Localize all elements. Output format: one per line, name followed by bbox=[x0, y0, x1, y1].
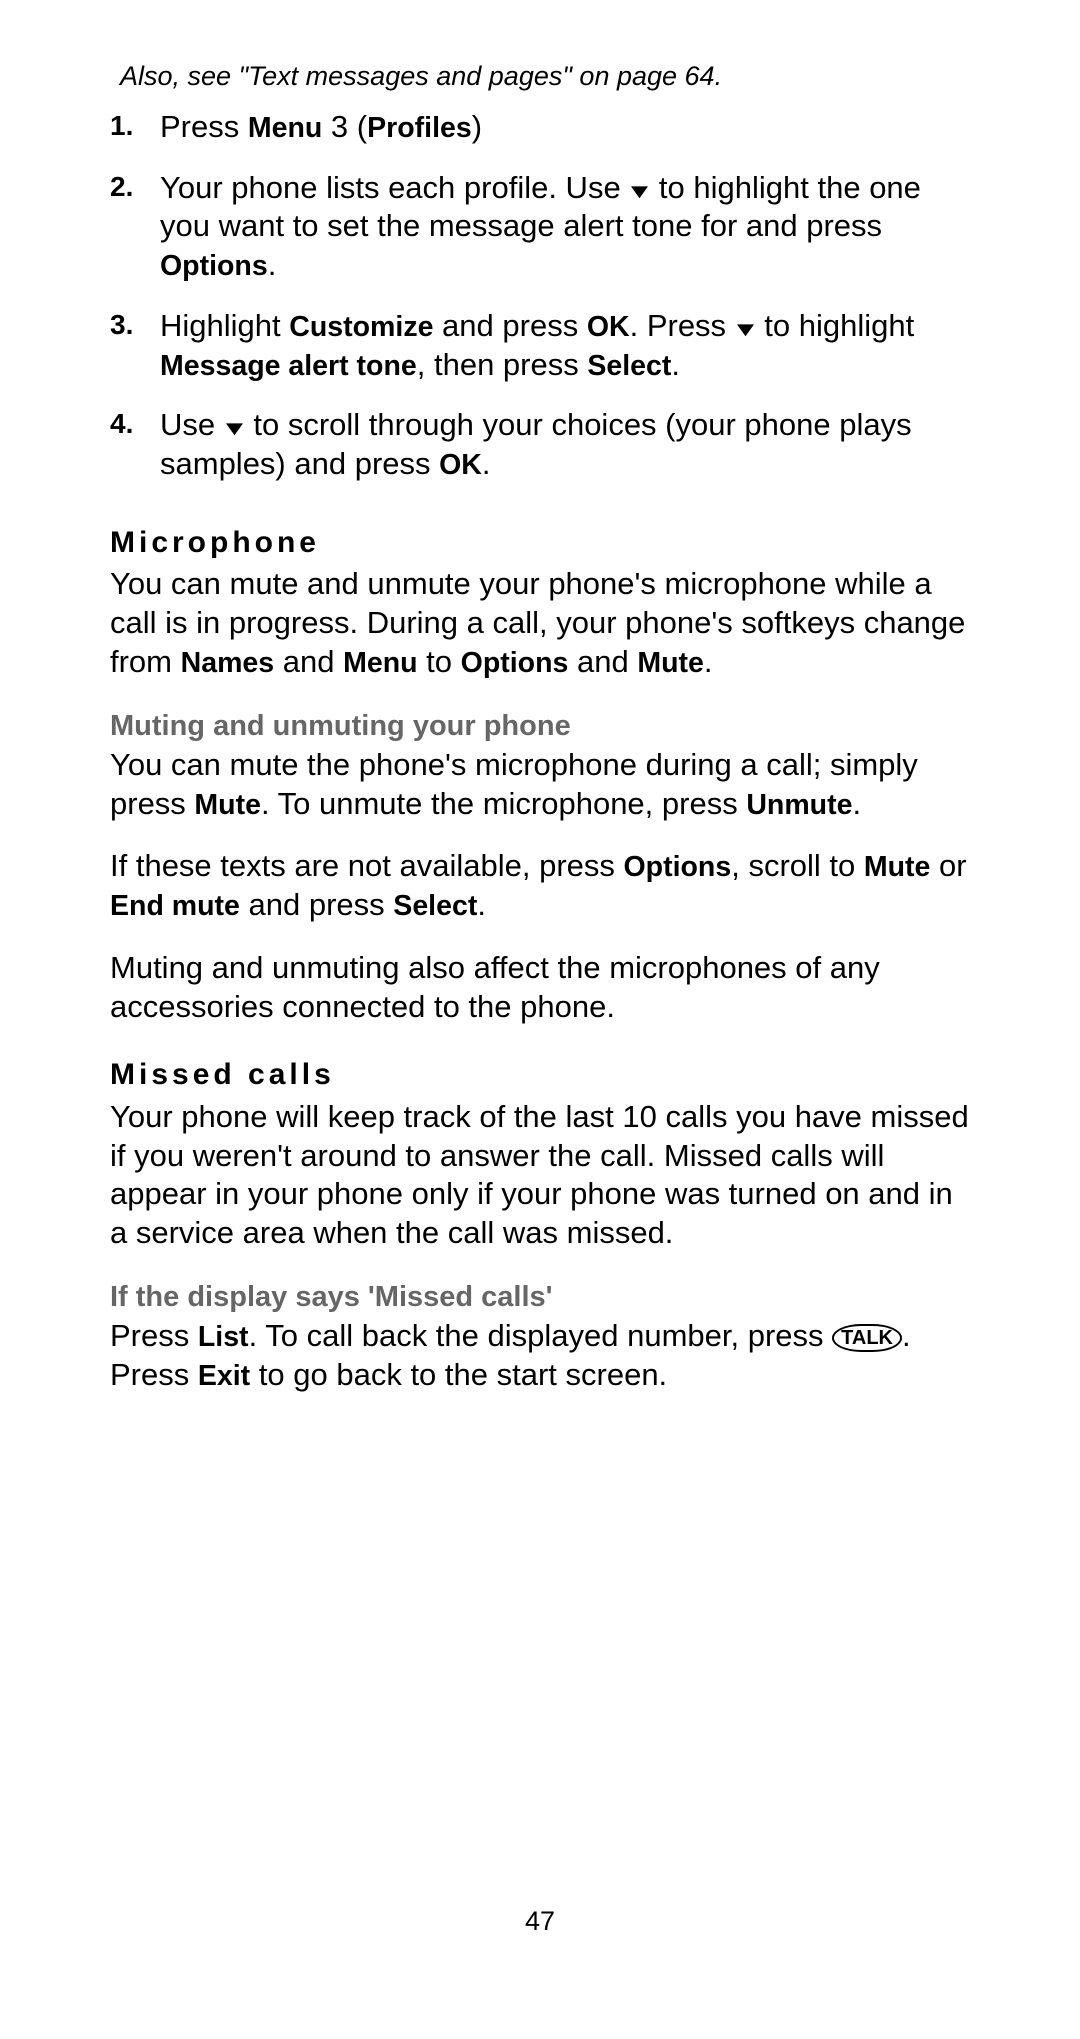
down-arrow-icon bbox=[226, 420, 243, 437]
step-item: 3.Highlight Customize and press OK. Pres… bbox=[110, 307, 970, 385]
missed-calls-body: Your phone will keep track of the last 1… bbox=[110, 1098, 970, 1253]
step-item: 2.Your phone lists each profile. Use to … bbox=[110, 169, 970, 285]
section-heading-microphone: Microphone bbox=[110, 524, 970, 562]
step-text: Your phone lists each profile. Use to hi… bbox=[160, 169, 970, 285]
step-number: 1. bbox=[110, 108, 160, 147]
step-item: 1.Press Menu 3 (Profiles) bbox=[110, 108, 970, 147]
muting-p1: You can mute the phone's microphone duri… bbox=[110, 746, 970, 824]
step-text: Use to scroll through your choices (your… bbox=[160, 406, 970, 484]
talk-key-icon: TALK bbox=[832, 1324, 902, 1352]
page-number: 47 bbox=[0, 1905, 1080, 1939]
step-number: 3. bbox=[110, 307, 160, 385]
step-text: Highlight Customize and press OK. Press … bbox=[160, 307, 970, 385]
sub-heading-if-display: If the display says 'Missed calls' bbox=[110, 1279, 970, 1315]
muting-p3: Muting and unmuting also affect the micr… bbox=[110, 949, 970, 1027]
step-number: 2. bbox=[110, 169, 160, 285]
step-number: 4. bbox=[110, 406, 160, 484]
step-item: 4.Use to scroll through your choices (yo… bbox=[110, 406, 970, 484]
microphone-body: You can mute and unmute your phone's mic… bbox=[110, 565, 970, 681]
if-display-body: Press List. To call back the displayed n… bbox=[110, 1317, 970, 1395]
muting-p2: If these texts are not available, press … bbox=[110, 847, 970, 925]
sub-heading-muting: Muting and unmuting your phone bbox=[110, 708, 970, 744]
down-arrow-icon bbox=[631, 183, 648, 200]
section-heading-missed-calls: Missed calls bbox=[110, 1056, 970, 1094]
manual-page: Also, see "Text messages and pages" on p… bbox=[0, 0, 1080, 2039]
cross-reference-note: Also, see "Text messages and pages" on p… bbox=[120, 60, 970, 94]
down-arrow-icon bbox=[737, 321, 754, 338]
steps-list: 1.Press Menu 3 (Profiles)2.Your phone li… bbox=[110, 108, 970, 484]
step-text: Press Menu 3 (Profiles) bbox=[160, 108, 970, 147]
